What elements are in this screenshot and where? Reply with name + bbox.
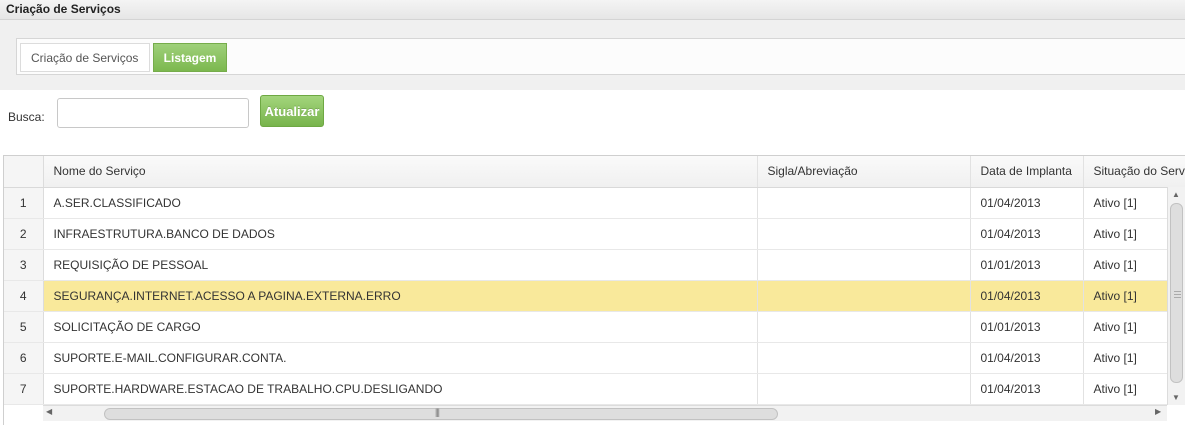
cell-sigla <box>757 280 971 312</box>
row-number: 3 <box>4 249 44 281</box>
cell-sigla <box>757 311 971 343</box>
refresh-button[interactable]: Atualizar <box>260 95 324 127</box>
table-row[interactable]: 7 SUPORTE.HARDWARE.ESTACAO DE TRABALHO.CP… <box>4 373 1185 405</box>
search-label: Busca: <box>8 110 45 124</box>
search-input[interactable] <box>57 98 249 128</box>
table-row[interactable]: 2 INFRAESTRUTURA.BANCO DE DADOS 01/04/2013… <box>4 218 1185 250</box>
header-sigla[interactable]: Sigla/Abreviação <box>757 156 971 188</box>
cell-data-implantacao: 01/01/2013 <box>970 311 1084 343</box>
vertical-scrollbar[interactable]: ▲ — — — ▼ <box>1167 187 1185 405</box>
tab-bar: Criação de Serviços Listagem <box>16 38 1185 75</box>
horizontal-scrollbar[interactable]: ◀ ||| ▶ <box>43 405 1167 421</box>
header-situacao[interactable]: Situação do Serviço <box>1083 156 1185 188</box>
scroll-up-arrow-icon[interactable]: ▲ <box>1172 190 1180 199</box>
cell-nome-do-servico: A.SER.CLASSIFICADO <box>43 187 758 219</box>
row-number: 7 <box>4 373 44 405</box>
cell-nome-do-servico: INFRAESTRUTURA.BANCO DE DADOS <box>43 218 758 250</box>
cell-nome-do-servico: SUPORTE.E-MAIL.CONFIGURAR.CONTA. <box>43 342 758 374</box>
tab-criacao-de-servicos[interactable]: Criação de Serviços <box>20 43 150 72</box>
cell-nome-do-servico: REQUISIÇÃO DE PESSOAL <box>43 249 758 281</box>
header-nome-do-servico[interactable]: Nome do Serviço <box>43 156 758 188</box>
row-number: 2 <box>4 218 44 250</box>
row-number: 4 <box>4 280 44 312</box>
horizontal-scroll-thumb[interactable]: ||| <box>104 407 778 420</box>
cell-sigla <box>757 342 971 374</box>
cell-sigla <box>757 187 971 219</box>
cell-data-implantacao: 01/04/2013 <box>970 187 1084 219</box>
vertical-scroll-thumb[interactable]: — — — <box>1170 203 1183 383</box>
grip-icon: ||| <box>435 407 440 417</box>
cell-data-implantacao: 01/04/2013 <box>970 373 1084 405</box>
cell-data-implantacao: 01/04/2013 <box>970 280 1084 312</box>
cell-nome-do-servico: SUPORTE.HARDWARE.ESTACAO DE TRABALHO.CPU… <box>43 373 758 405</box>
scroll-down-arrow-icon[interactable]: ▼ <box>1172 393 1180 402</box>
tab-listagem[interactable]: Listagem <box>153 43 227 72</box>
table-row[interactable]: 4 SEGURANÇA.INTERNET.ACESSO A PAGINA.EXTE… <box>4 280 1185 312</box>
table-row[interactable]: 1 A.SER.CLASSIFICADO 01/04/2013 Ativo [1] <box>4 187 1185 219</box>
scroll-right-arrow-icon[interactable]: ▶ <box>1155 407 1161 416</box>
row-number: 5 <box>4 311 44 343</box>
table-row[interactable]: 5 SOLICITAÇÃO DE CARGO 01/01/2013 Ativo [1] <box>4 311 1185 343</box>
cell-nome-do-servico: SOLICITAÇÃO DE CARGO <box>43 311 758 343</box>
cell-sigla <box>757 249 971 281</box>
cell-sigla <box>757 218 971 250</box>
row-number: 6 <box>4 342 44 374</box>
row-number: 1 <box>4 187 44 219</box>
cell-sigla <box>757 373 971 405</box>
scroll-left-arrow-icon[interactable]: ◀ <box>46 407 52 416</box>
cell-data-implantacao: 01/04/2013 <box>970 342 1084 374</box>
table-row[interactable]: 3 REQUISIÇÃO DE PESSOAL 01/01/2013 Ativo [1… <box>4 249 1185 281</box>
header-rownum <box>4 156 44 188</box>
grid-header-row: Nome do Serviço Sigla/Abreviação Data de… <box>4 156 1185 188</box>
window-title: Criação de Serviços <box>0 0 1185 20</box>
cell-nome-do-servico: SEGURANÇA.INTERNET.ACESSO A PAGINA.EXTER… <box>43 280 758 312</box>
cell-data-implantacao: 01/04/2013 <box>970 218 1084 250</box>
grip-icon: — — — <box>1174 288 1181 301</box>
cell-data-implantacao: 01/01/2013 <box>970 249 1084 281</box>
header-data-implantacao[interactable]: Data de Implanta <box>970 156 1084 188</box>
table-row[interactable]: 6 SUPORTE.E-MAIL.CONFIGURAR.CONTA. 01/04/2… <box>4 342 1185 374</box>
services-grid: Nome do Serviço Sigla/Abreviação Data de… <box>3 155 1185 425</box>
